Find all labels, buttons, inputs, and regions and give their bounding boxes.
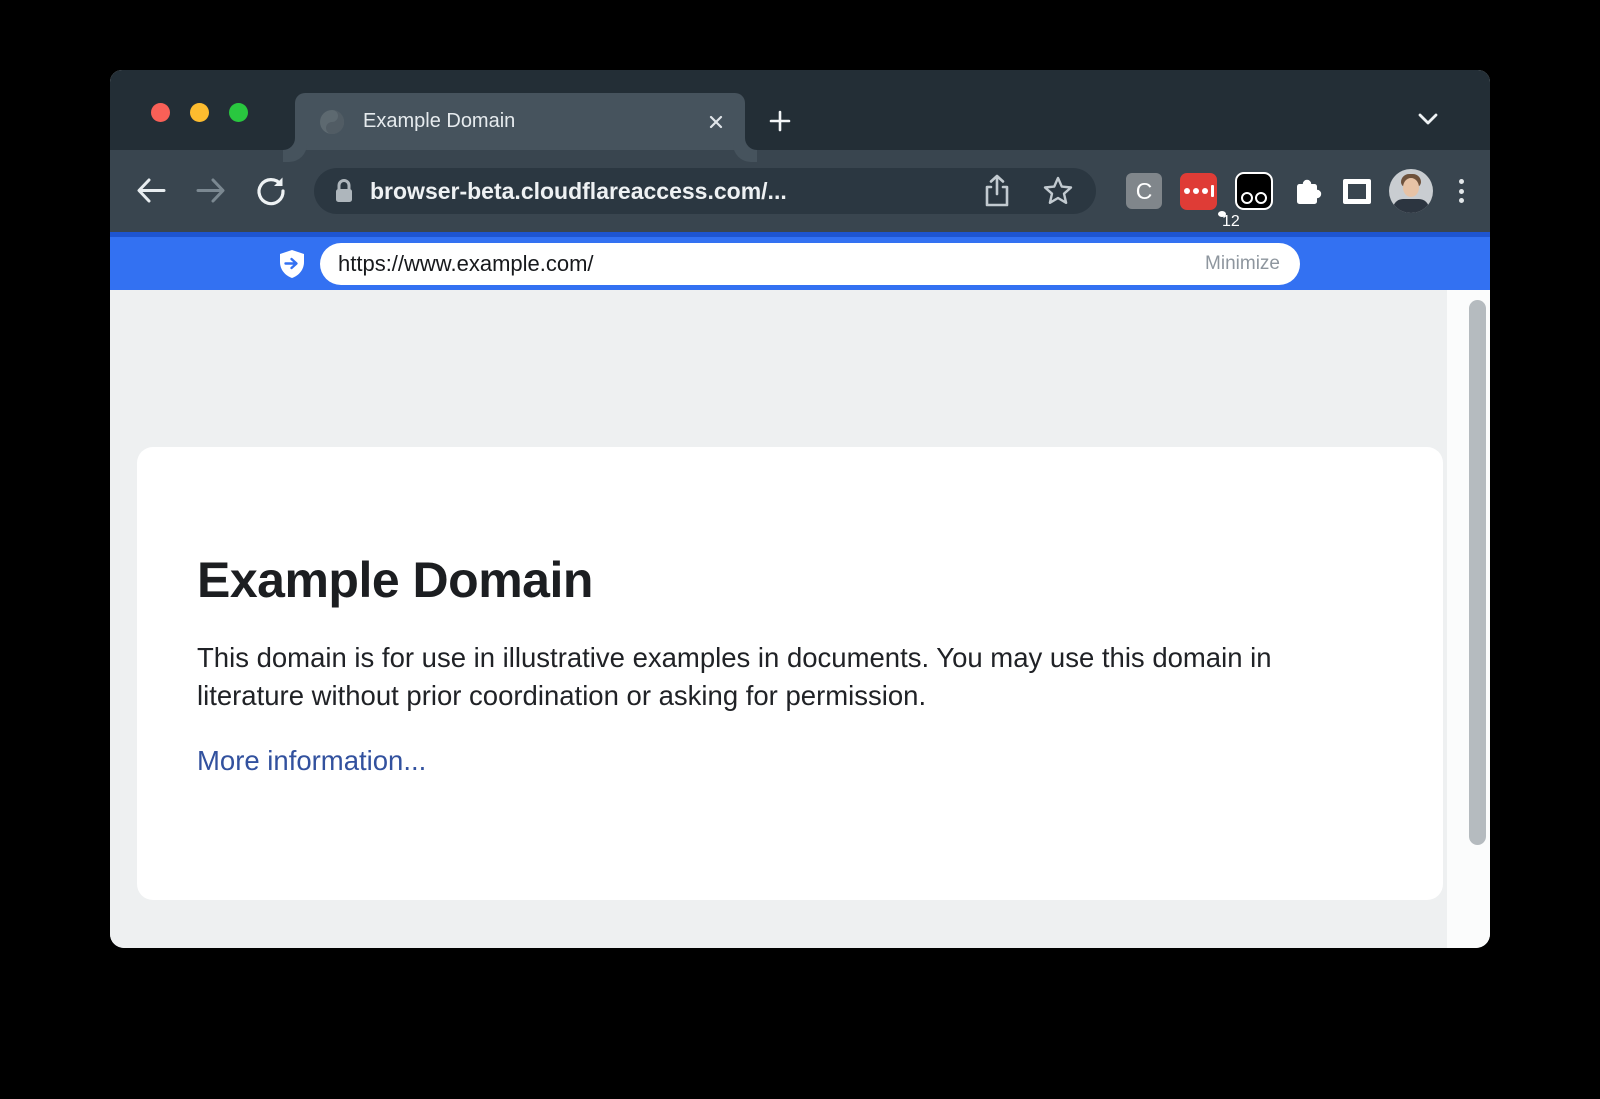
extensions-puzzle-icon[interactable] [1291,174,1325,208]
page-viewport: Example Domain This domain is for use in… [110,290,1490,948]
tab-title: Example Domain [363,110,707,133]
browser-toolbar: browser-beta.cloudflareaccess.com/... C … [110,150,1490,232]
new-tab-button[interactable] [767,108,793,134]
shield-icon [278,249,306,279]
tab-strip: Example Domain [110,70,1490,150]
window-controls [151,103,248,122]
scrollbar-thumb[interactable] [1469,300,1486,845]
extension-badge: 12 [1218,211,1226,217]
back-icon[interactable] [134,174,168,208]
minimize-window-button[interactable] [190,103,209,122]
globe-favicon-icon [319,109,345,135]
password-manager-extension-icon[interactable]: 12 [1180,173,1217,210]
reload-icon[interactable] [254,174,288,208]
extension-c-icon[interactable]: C [1126,173,1162,209]
address-url-text: browser-beta.cloudflareaccess.com/... [370,178,982,205]
chevron-down-icon[interactable] [1416,112,1440,128]
content-card: Example Domain This domain is for use in… [137,447,1443,900]
address-bar[interactable]: browser-beta.cloudflareaccess.com/... [314,168,1096,214]
lock-icon[interactable] [332,177,356,205]
zoom-window-button[interactable] [229,103,248,122]
glasses-extension-icon[interactable] [1235,172,1273,210]
page-paragraph: This domain is for use in illustrative e… [197,639,1357,715]
isolation-url-pill: Minimize [320,243,1300,285]
close-window-button[interactable] [151,103,170,122]
forward-icon[interactable] [194,174,228,208]
browser-menu-icon[interactable] [1459,179,1464,203]
page-background: Example Domain This domain is for use in… [110,290,1447,948]
browser-window: Example Domain [110,70,1490,948]
side-panel-icon[interactable] [1343,179,1371,204]
scrollbar-track[interactable] [1447,290,1490,948]
isolation-bar: Minimize [110,232,1490,290]
profile-avatar[interactable] [1389,169,1433,213]
tab-example-domain[interactable]: Example Domain [295,93,745,150]
tab-close-icon[interactable] [707,113,725,131]
share-icon[interactable] [982,174,1012,208]
isolation-url-input[interactable] [338,251,1205,277]
page-title: Example Domain [197,551,1383,609]
more-information-link[interactable]: More information... [197,745,426,777]
minimize-bar-button[interactable]: Minimize [1205,253,1280,275]
extensions-area: C 12 [1126,169,1464,213]
bookmark-star-icon[interactable] [1042,175,1074,207]
